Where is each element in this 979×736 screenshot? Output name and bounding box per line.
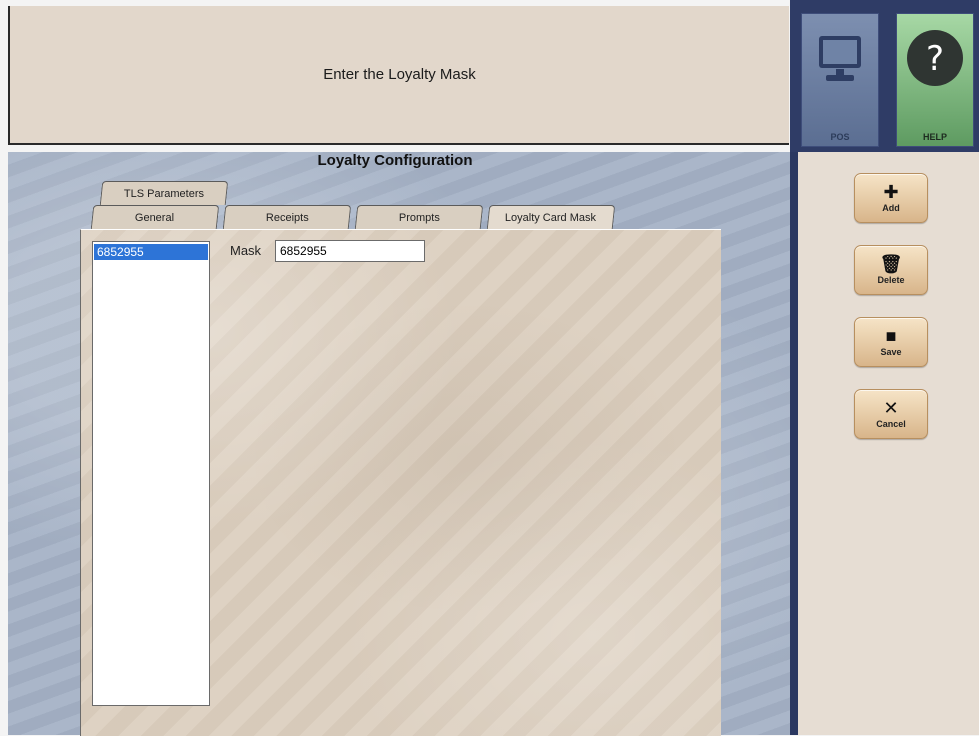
pos-tile-label: POS bbox=[830, 132, 850, 142]
prompt-bar: Enter the Loyalty Mask bbox=[8, 6, 789, 145]
header-tiles: POS ? HELP bbox=[790, 0, 979, 152]
help-tile-button[interactable]: ? HELP bbox=[896, 13, 974, 147]
add-button[interactable]: ✚ Add bbox=[854, 173, 928, 223]
monitor-icon bbox=[819, 36, 861, 81]
tab-prompts[interactable]: Prompts bbox=[354, 205, 484, 229]
cancel-button[interactable]: ✕ Cancel bbox=[854, 389, 928, 439]
svg-text:?: ? bbox=[926, 39, 944, 79]
save-button[interactable]: ■ Save bbox=[854, 317, 928, 367]
prompt-text: Enter the Loyalty Mask bbox=[323, 66, 476, 83]
tab-receipts[interactable]: Receipts bbox=[222, 205, 352, 229]
tab-tls-parameters[interactable]: TLS Parameters bbox=[99, 181, 229, 205]
cancel-button-label: Cancel bbox=[876, 419, 906, 429]
panel-divider bbox=[790, 152, 798, 735]
delete-button[interactable]: 🗑 Delete bbox=[854, 245, 928, 295]
plus-icon: ✚ bbox=[883, 182, 899, 202]
trash-icon: 🗑 bbox=[879, 254, 903, 274]
action-panel bbox=[798, 152, 979, 735]
tab-loyalty-card-mask[interactable]: Loyalty Card Mask bbox=[486, 205, 616, 229]
tab-label: Loyalty Card Mask bbox=[505, 211, 597, 224]
delete-button-label: Delete bbox=[877, 275, 905, 285]
pos-tile-button[interactable]: POS bbox=[801, 13, 879, 147]
tab-label: Receipts bbox=[265, 211, 309, 224]
tab-label: TLS Parameters bbox=[123, 187, 204, 200]
help-tile-label: HELP bbox=[922, 132, 947, 142]
mask-list[interactable]: 6852955 bbox=[92, 241, 210, 706]
tab-general[interactable]: General bbox=[90, 205, 220, 229]
floppy-icon: ■ bbox=[885, 326, 897, 346]
tab-label: General bbox=[135, 211, 175, 224]
mask-label: Mask bbox=[230, 243, 262, 258]
list-item[interactable]: 6852955 bbox=[94, 244, 208, 260]
add-button-label: Add bbox=[882, 203, 900, 213]
mask-input[interactable] bbox=[275, 240, 425, 262]
tab-label: Prompts bbox=[398, 211, 440, 224]
save-button-label: Save bbox=[880, 347, 902, 357]
question-icon: ? bbox=[907, 30, 963, 86]
x-icon: ✕ bbox=[883, 398, 899, 418]
page-title: Loyalty Configuration bbox=[317, 152, 473, 169]
